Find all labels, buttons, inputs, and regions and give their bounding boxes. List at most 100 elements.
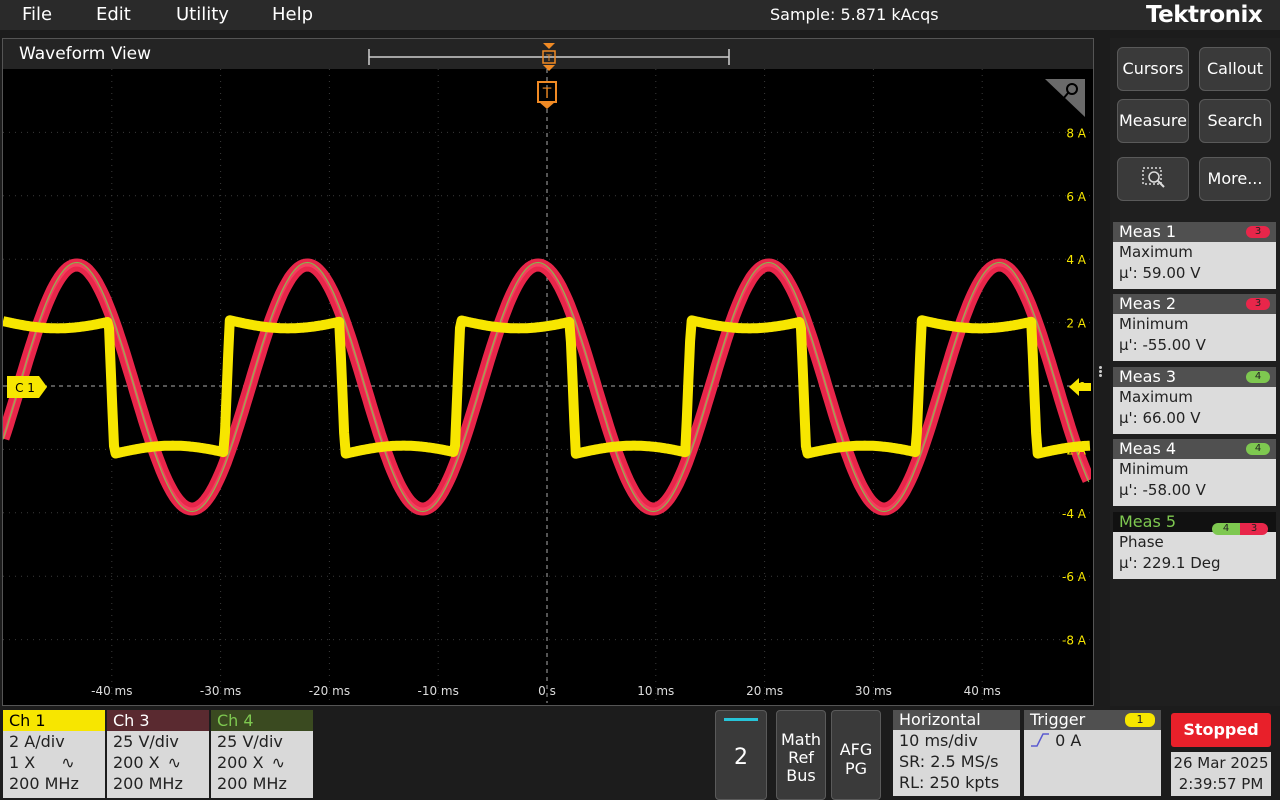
ch3-bandwidth: 200 MHz [113,774,183,793]
ch3-trace [3,258,1091,516]
ch3-coupling-ac-icon: ∿ [167,753,181,772]
y-tick-label: 2 A [1066,317,1086,331]
menu-bar: File Edit Utility Help Sample: 5.871 kAc… [0,0,1280,30]
meas-2-type: Minimum [1119,315,1189,333]
meas-3-title: Meas 3 [1119,367,1177,386]
x-tick-label: 40 ms [964,684,1001,698]
meas-4-source-badge: 4 [1246,443,1270,455]
ch4-badge[interactable]: Ch 4 25 V/div 200 X ∿ 200 MHz [211,710,313,798]
y-tick-label: -2 A [1062,443,1087,457]
add-channel-button[interactable]: 2 [715,710,767,800]
meas-4-type: Minimum [1119,460,1189,478]
ch1-scale: 2 A/div [9,732,65,751]
ch1-marker-label: C 1 [15,381,35,395]
trigger-level: 0 A [1055,731,1082,750]
menu-file[interactable]: File [22,4,52,25]
ch1-offset-marker[interactable]: C 1 [7,376,47,398]
waveform-view-header: Waveform View T [3,39,1093,71]
ref-label: Ref [788,748,814,767]
math-label: Math [780,730,822,749]
ch4-probe: 200 X [217,753,264,772]
x-axis-ticks: -40 ms -30 ms -20 ms -10 ms 0 s 10 ms 20 ms 30 … [91,684,1001,698]
search-button[interactable]: Search [1199,99,1271,143]
zoom-box-icon [1142,167,1165,188]
ch4-title: Ch 4 [211,710,313,731]
waveform-plot[interactable]: 8 A6 A4 A2 A0-2 A-4 A-6 A-8 A -40 ms-30 … [3,69,1091,703]
ch4-coupling-ac-icon: ∿ [271,753,285,772]
waveform-view-panel: Waveform View T 8 A6 A4 A2 A0-2 A-4 A-6 … [2,38,1094,706]
meas-2-value: μ': -55.00 V [1119,336,1206,354]
y-tick-label: -8 A [1062,634,1087,648]
zoom-icon[interactable] [1045,79,1085,117]
horizontal-title: Horizontal [893,710,1020,730]
meas-1-type: Maximum [1119,243,1193,261]
ch4-bandwidth: 200 MHz [217,774,287,793]
x-tick-label: -10 ms [418,684,459,698]
measure-button[interactable]: Measure [1117,99,1189,143]
afg-pg-button[interactable]: AFG PG [831,710,881,800]
y-tick-label: -6 A [1062,570,1087,584]
meas-3-source-badge: 4 [1246,371,1270,383]
date-time-display: 26 Mar 2025 2:39:57 PM [1171,752,1271,796]
rising-edge-icon [1030,731,1050,752]
ch4-scale: 25 V/div [217,732,283,751]
date-label: 26 Mar 2025 [1173,754,1269,772]
zoom-mode-button[interactable] [1117,157,1189,201]
y-tick-label: 6 A [1066,190,1086,204]
meas-2-title: Meas 2 [1119,294,1177,313]
meas-5-title: Meas 5 [1119,512,1177,531]
ch1-badge[interactable]: Ch 1 2 A/div 1 X ∿ 200 MHz [3,710,105,798]
x-tick-label: -40 ms [91,684,132,698]
meas-4-badge[interactable]: Meas 4 4 Minimum μ': -58.00 V [1113,439,1276,506]
meas-1-value: μ': 59.00 V [1119,264,1201,282]
menu-help[interactable]: Help [272,4,313,25]
meas-2-source-badge: 3 [1246,298,1270,310]
y-tick-label: -4 A [1062,507,1087,521]
x-tick-label: 10 ms [637,684,674,698]
menu-edit[interactable]: Edit [96,4,131,25]
more-button[interactable]: More... [1199,157,1271,201]
y-tick-label: 4 A [1066,253,1086,267]
afg-label: AFG [839,740,873,759]
sample-status: Sample: 5.871 kAcqs [770,5,939,24]
ch1-coupling-ac-icon: ∿ [61,753,75,772]
ch3-badge[interactable]: Ch 3 25 V/div 200 X ∿ 200 MHz [107,710,209,798]
ch3-title: Ch 3 [107,710,209,731]
record-view-bar[interactable]: T [368,43,730,71]
channel-color-indicator [724,718,758,721]
meas-1-badge[interactable]: Meas 1 3 Maximum μ': 59.00 V [1113,222,1276,289]
pg-label: PG [844,759,868,778]
meas-5-badge[interactable]: Meas 5 43 Phase μ': 229.1 Deg [1113,512,1276,579]
meas-3-type: Maximum [1119,388,1193,406]
ch1-probe: 1 X [9,753,36,772]
panel-splitter-handle[interactable] [1099,365,1103,381]
meas-5-source-badges: 43 [1212,516,1270,535]
meas-5-value: μ': 229.1 Deg [1119,554,1221,572]
acquisition-status-button[interactable]: Stopped [1171,713,1271,747]
trigger-position-marker[interactable]: T [537,81,557,109]
trigger-badge[interactable]: Trigger 1 0 A [1024,710,1161,796]
x-tick-label: 20 ms [746,684,783,698]
horizontal-sample-rate: SR: 2.5 MS/s [899,752,999,771]
meas-1-title: Meas 1 [1119,222,1177,241]
meas-3-badge[interactable]: Meas 3 4 Maximum μ': 66.00 V [1113,367,1276,434]
math-ref-bus-button[interactable]: Math Ref Bus [776,710,826,800]
meas-2-badge[interactable]: Meas 2 3 Minimum μ': -55.00 V [1113,294,1276,361]
cursors-button[interactable]: Cursors [1117,47,1189,91]
time-label: 2:39:57 PM [1178,775,1264,793]
trigger-title: Trigger [1030,710,1086,729]
menu-utility[interactable]: Utility [176,4,229,25]
y-tick-label: 8 A [1066,126,1086,140]
meas-4-title: Meas 4 [1119,439,1177,458]
horizontal-badge[interactable]: Horizontal 10 ms/div SR: 2.5 MS/s RL: 25… [893,710,1020,796]
svg-text:T: T [545,54,552,64]
callout-button[interactable]: Callout [1199,47,1271,91]
meas-5-type: Phase [1119,533,1164,551]
trigger-source-badge: 1 [1125,713,1155,727]
brand-logo: Tektronix [1146,2,1263,28]
ch3-waveform [3,258,1091,516]
x-tick-label: 0 s [538,684,556,698]
meas-4-value: μ': -58.00 V [1119,481,1206,499]
add-channel-number: 2 [734,745,748,770]
ch1-bandwidth: 200 MHz [9,774,79,793]
